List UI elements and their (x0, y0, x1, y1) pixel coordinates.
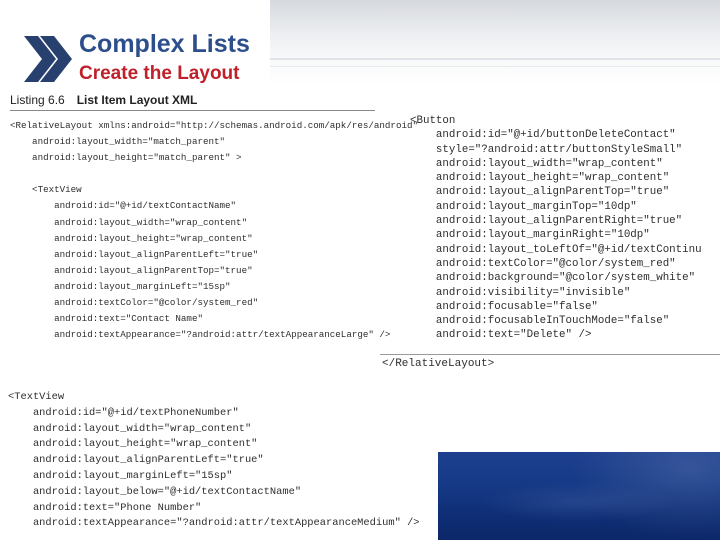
code-line: <TextView (8, 391, 65, 403)
code-line: android:id="@+id/textPhoneNumber" (8, 406, 239, 419)
code-line: android:layout_marginTop="10dp" (410, 200, 637, 213)
code-line: android:layout_alignParentTop="true" (410, 186, 670, 199)
code-line: <RelativeLayout xmlns:android="http://sc… (10, 120, 418, 131)
code-line: android:layout_marginLeft="15sp" (10, 280, 231, 292)
code-line: android:textColor="@color/system_red" (410, 257, 676, 270)
code-line: android:text="Phone Number" (8, 501, 202, 514)
listing-name: List Item Layout XML (76, 93, 198, 107)
corner-decoration-panel (438, 452, 720, 540)
code-block-button: <Button android:id="@+id/buttonDeleteCon… (410, 114, 702, 343)
code-line: android:layout_alignParentLeft="true" (8, 454, 264, 467)
code-line: android:textAppearance="?android:attr/te… (10, 329, 391, 341)
code-line: android:text="Contact Name" (10, 313, 203, 325)
code-line: android:id="@+id/textContactName" (10, 200, 237, 212)
code-end-tag: </RelativeLayout> (382, 358, 495, 370)
code-line: android:layout_width="wrap_content" (8, 422, 252, 435)
code-line: android:layout_alignParentTop="true" (10, 264, 253, 276)
double-chevron-right-icon (24, 36, 72, 82)
caption-divider (10, 110, 375, 111)
code-line: android:id="@+id/buttonDeleteContact" (410, 129, 676, 142)
code-line: android:layout_toLeftOf="@+id/textContin… (410, 243, 702, 256)
code-line: android:layout_width="wrap_content" (410, 157, 663, 170)
code-line: android:layout_alignParentRight="true" (410, 215, 683, 228)
code-line: android:visibility="invisible" (410, 286, 631, 299)
code-line: android:layout_height="match_parent" > (10, 152, 242, 164)
listing-number: Listing 6.6 (10, 93, 65, 107)
listing-caption: Listing 6.6 List Item Layout XML (10, 93, 197, 107)
code-line: android:layout_height="wrap_content" (10, 232, 253, 244)
slide-subtitle: Create the Layout (79, 63, 240, 84)
code-block-relative-layout: <RelativeLayout xmlns:android="http://sc… (10, 118, 418, 343)
code-line: android:textColor="@color/system_red" (10, 297, 259, 309)
code-line: android:layout_alignParentLeft="true" (10, 248, 259, 260)
code-line: android:focusableInTouchMode="false" (410, 315, 670, 328)
code-line: <TextView (10, 184, 82, 196)
code-line: android:focusable="false" (410, 300, 598, 313)
code-line: android:layout_marginRight="10dp" (410, 229, 650, 242)
code-line: android:background="@color/system_white" (410, 272, 696, 285)
code-line: android:layout_width="wrap_content" (10, 216, 248, 228)
code-line: android:layout_below="@+id/textContactNa… (8, 485, 302, 498)
header-decoration-band (270, 0, 720, 86)
code-line: android:text="Delete" /> (410, 329, 592, 342)
code-line: android:textAppearance="?android:attr/te… (8, 517, 420, 530)
code-line: android:layout_width="match_parent" (10, 136, 226, 148)
code-divider (380, 354, 720, 355)
code-line: style="?android:attr/buttonStyleSmall" (410, 143, 683, 156)
slide-title: Complex Lists (79, 30, 250, 58)
code-line: <Button (410, 115, 456, 127)
code-line: android:layout_marginLeft="15sp" (8, 469, 233, 482)
code-line: android:layout_height="wrap_content" (8, 438, 258, 451)
code-line: android:layout_height="wrap_content" (410, 172, 670, 185)
code-block-phone-textview: <TextView android:id="@+id/textPhoneNumb… (8, 390, 420, 532)
